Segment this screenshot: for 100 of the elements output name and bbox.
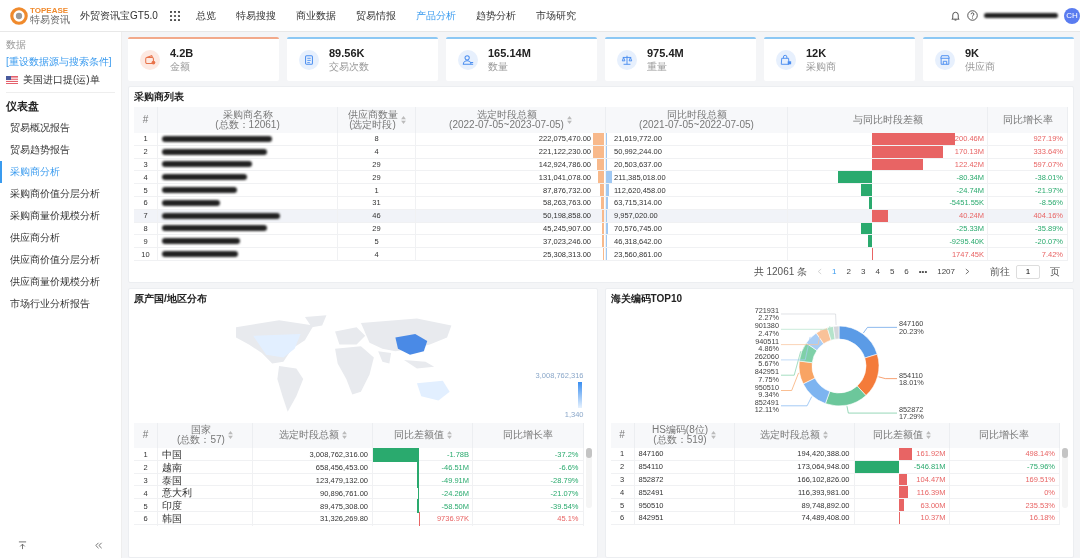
- scrollbar[interactable]: [585, 447, 592, 508]
- help-icon[interactable]: [967, 10, 978, 21]
- panel-title: 原产国/地区分布: [134, 291, 207, 306]
- donut-slice[interactable]: [838, 325, 878, 359]
- table-cell: 印度: [158, 499, 253, 514]
- section-label: 数据: [6, 38, 26, 52]
- logo-wordmark: TOPEASE: [30, 6, 70, 15]
- page-number[interactable]: 6: [904, 267, 909, 277]
- table-cell: 越南: [158, 460, 253, 475]
- page-number[interactable]: 5: [889, 267, 895, 277]
- sidebar-item[interactable]: 供应商价值分层分析: [0, 249, 100, 271]
- stat-label: 交易次数: [329, 59, 369, 74]
- sort-icon[interactable]: [566, 116, 572, 124]
- sort-icon[interactable]: [711, 431, 717, 440]
- stat-value: 12K: [806, 46, 827, 59]
- previous-page-icon[interactable]: [817, 268, 823, 276]
- sort-icon[interactable]: [400, 116, 406, 124]
- nav-tab[interactable]: 总览: [195, 8, 216, 23]
- leader-line: [780, 350, 802, 376]
- page-number[interactable]: 3: [861, 267, 866, 277]
- nav-tab[interactable]: 特易搜搜: [235, 8, 276, 23]
- donut-slice[interactable]: [825, 385, 867, 407]
- nav-tab[interactable]: 趋势分析: [475, 8, 516, 23]
- total-count: 共 12061 条: [753, 264, 808, 279]
- sort-icon[interactable]: [227, 431, 233, 440]
- donut-slice[interactable]: [833, 325, 840, 340]
- leader-line: [878, 376, 898, 379]
- page-number[interactable]: 4: [875, 267, 880, 277]
- next-page-icon[interactable]: [965, 268, 970, 276]
- table-cell: 泰国: [158, 473, 253, 488]
- sidebar-item[interactable]: 贸易趋势报告: [0, 139, 70, 161]
- scrollbar[interactable]: [1062, 447, 1068, 508]
- page-ellipsis[interactable]: •••: [918, 267, 928, 277]
- stat-value: 165.14M: [488, 46, 531, 59]
- stat-value: 9K: [965, 46, 980, 59]
- sidebar-item[interactable]: 采购商量价规模分析: [0, 205, 100, 227]
- page-input[interactable]: 1: [1016, 264, 1040, 279]
- page-number[interactable]: 2: [846, 267, 851, 277]
- nav-tab[interactable]: 商业数据: [295, 8, 336, 23]
- sort-icon[interactable]: [925, 431, 931, 440]
- page-number[interactable]: 1207: [937, 267, 955, 277]
- nav-tab[interactable]: 市场研究: [535, 8, 576, 23]
- sort-icon[interactable]: [341, 431, 347, 440]
- document-icon: [303, 54, 315, 66]
- redacted-buyer-name: [162, 199, 220, 206]
- column-header: 同比增长率: [949, 422, 1060, 448]
- stat-value: 975.4M: [647, 46, 684, 59]
- table-cell: 中国: [158, 447, 253, 462]
- sidebar-item[interactable]: 供应商分析: [0, 227, 60, 249]
- sidebar-item[interactable]: 供应商量价规模分析: [0, 271, 100, 293]
- stat-label: 数量: [488, 59, 508, 74]
- leader-line: [780, 396, 813, 407]
- stat-value: 89.56K: [329, 46, 365, 59]
- storefront-icon: [939, 54, 951, 66]
- donut-slice[interactable]: [857, 353, 880, 396]
- column-header[interactable]: HS编码(8位) (总数：519): [634, 422, 735, 448]
- leader-line: [780, 372, 800, 391]
- logo-subtitle: 特易资讯: [30, 14, 70, 25]
- collapse-icon[interactable]: [94, 541, 103, 550]
- user-avatar[interactable]: CH: [1064, 7, 1080, 24]
- sidebar-heading: 仪表盘: [6, 99, 39, 114]
- wallet-icon: [144, 54, 156, 66]
- donut-slice[interactable]: [803, 377, 831, 404]
- stat-label: 采购商: [806, 59, 836, 74]
- column-header[interactable]: 选定时段总额: [253, 422, 373, 448]
- column-header[interactable]: 同比差额值: [373, 422, 473, 448]
- column-header: 同比时段总额 (2021-07-05~2022-07-05): [606, 107, 788, 133]
- column-header[interactable]: 选定时段总额: [734, 422, 855, 448]
- logo-ring-icon: [10, 6, 28, 25]
- donut-slice[interactable]: [798, 360, 816, 385]
- column-header: 同比增长率: [473, 422, 584, 448]
- stat-label: 金额: [170, 59, 190, 74]
- column-header[interactable]: 国家 (总数：57): [158, 422, 253, 448]
- panel-title: 海关编码TOP10: [610, 291, 682, 306]
- sidebar-item[interactable]: 贸易概况报告: [0, 117, 70, 139]
- stat-label: 供应商: [965, 59, 995, 74]
- sort-icon[interactable]: [446, 431, 452, 440]
- column-header[interactable]: 供应商数量 (选定时段): [338, 107, 416, 133]
- table-cell: 意大利: [158, 486, 253, 501]
- nav-tab[interactable]: 贸易情报: [355, 8, 396, 23]
- sidebar-item[interactable]: 采购商价值分层分析: [0, 183, 100, 205]
- shopping-bag-icon: [780, 54, 792, 66]
- column-header: 同比增长率: [988, 107, 1068, 133]
- column-header[interactable]: 同比差额值: [854, 422, 950, 448]
- goto-unit: 页: [1050, 264, 1060, 279]
- sidebar-item[interactable]: 市场行业分析报告: [0, 293, 90, 315]
- column-header: #: [610, 422, 635, 448]
- logo[interactable]: TOPEASE 特易资讯: [10, 6, 70, 25]
- balance-scale-icon: [621, 54, 633, 66]
- stat-label: 重量: [647, 59, 667, 74]
- sort-icon[interactable]: [823, 431, 828, 440]
- app-grid-icon[interactable]: [169, 10, 180, 21]
- product-name: 外贸资讯宝GT5.0: [80, 8, 158, 23]
- color-scale-bar[interactable]: [577, 381, 582, 408]
- upload-icon[interactable]: [18, 541, 27, 550]
- goto-label: 前往: [990, 264, 1010, 279]
- column-header: #: [134, 107, 158, 133]
- person-icon: [462, 54, 474, 66]
- us-flag-icon: [6, 76, 18, 84]
- notification-bell-icon[interactable]: [950, 10, 961, 21]
